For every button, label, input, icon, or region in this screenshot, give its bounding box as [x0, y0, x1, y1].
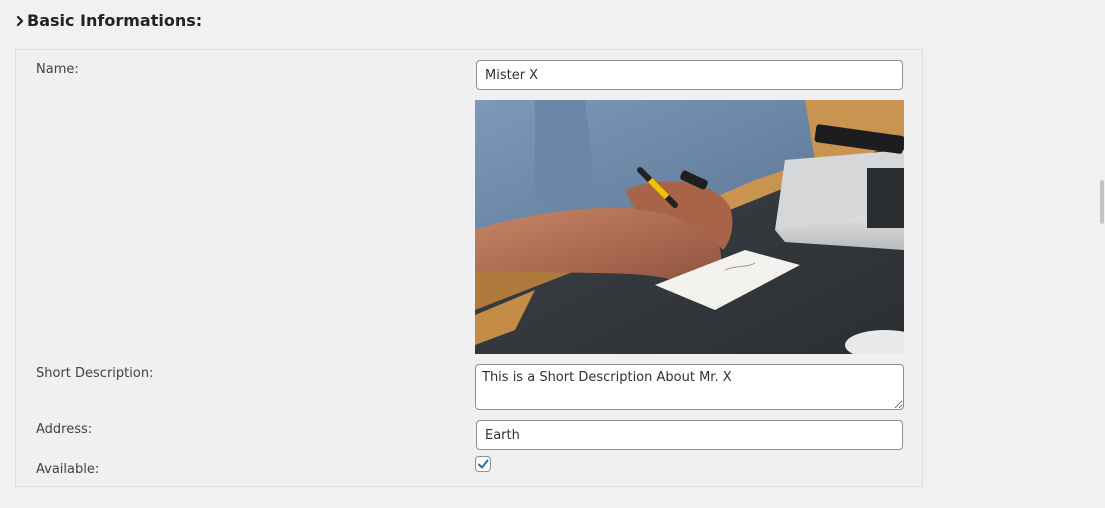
short-description-label: Short Description:	[36, 366, 154, 381]
short-description-textarea[interactable]: This is a Short Description About Mr. X	[475, 364, 904, 410]
section-title: Basic Informations:	[27, 11, 203, 30]
profile-photo	[475, 100, 904, 354]
available-label: Available:	[36, 462, 100, 477]
available-checkbox[interactable]	[475, 456, 491, 472]
page: Basic Informations: Name: Mister X Short…	[0, 0, 1105, 508]
name-label: Name:	[36, 62, 79, 77]
checkmark-icon	[478, 459, 489, 469]
name-input[interactable]	[476, 60, 903, 90]
chevron-right-icon	[16, 15, 24, 26]
page-scrollbar[interactable]	[1099, 0, 1105, 508]
scrollbar-thumb[interactable]	[1100, 180, 1104, 224]
section-header[interactable]: Basic Informations:	[15, 11, 202, 30]
photo-image	[475, 100, 904, 354]
address-label: Address:	[36, 422, 93, 437]
address-input[interactable]	[476, 420, 903, 450]
